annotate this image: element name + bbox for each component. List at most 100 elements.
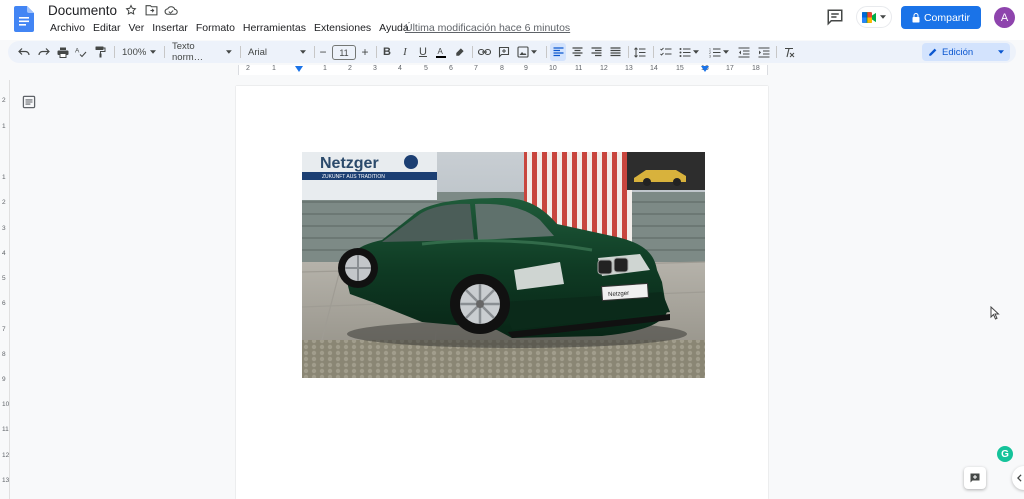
insert-link-button[interactable] (476, 43, 492, 61)
insert-image-button[interactable] (514, 43, 540, 61)
checklist-button[interactable] (658, 43, 674, 61)
horizontal-ruler[interactable]: 2 1 1 2 3 4 5 6 7 8 9 10 11 12 13 14 15 … (0, 64, 1024, 76)
ruler-number: 7 (2, 326, 6, 333)
justify-button[interactable] (607, 43, 623, 61)
increase-indent-button[interactable] (756, 43, 772, 61)
toolbar-divider (628, 46, 629, 58)
increase-font-size-button[interactable]: + (358, 43, 372, 61)
zoom-value: 100% (122, 46, 147, 58)
explore-button[interactable] (964, 467, 986, 489)
highlight-button[interactable] (452, 43, 466, 61)
comment-history-icon[interactable] (826, 8, 844, 26)
spellcheck-button[interactable]: A (73, 43, 89, 61)
ruler-number: 9 (2, 376, 6, 383)
move-folder-icon[interactable] (144, 3, 158, 17)
ruler-number: 9 (524, 65, 528, 72)
vertical-ruler[interactable]: 2 1 1 2 3 4 5 6 7 8 9 10 11 12 13 (0, 80, 10, 499)
menu-bar: Archivo Editar Ver Insertar Formato Herr… (46, 22, 413, 34)
text-color-icon: A (436, 47, 446, 58)
star-icon[interactable] (124, 3, 138, 17)
chevron-down-icon (723, 50, 729, 54)
ruler-number: 10 (2, 401, 10, 408)
avatar[interactable]: A (994, 7, 1015, 28)
car-photo-graphic: Netzger ZUKUNFT AUS TRADITION Netzger (302, 152, 705, 378)
chevron-down-icon (300, 50, 306, 54)
toolbar-divider (546, 46, 547, 58)
cloud-status-icon[interactable] (164, 3, 178, 17)
ruler-number: 1 (272, 65, 276, 72)
share-label: Compartir (923, 11, 971, 24)
left-indent-marker[interactable] (295, 66, 303, 72)
redo-button[interactable] (36, 43, 52, 61)
title-icons (124, 3, 178, 17)
chevron-down-icon (531, 50, 537, 54)
paint-format-button[interactable] (92, 43, 108, 61)
font-select[interactable]: Arial (244, 43, 310, 61)
underline-button[interactable]: U (416, 43, 430, 61)
text-color-button[interactable]: A (434, 43, 448, 61)
decrease-indent-button[interactable] (736, 43, 752, 61)
ruler-number: 13 (2, 477, 10, 484)
menu-extensiones[interactable]: Extensiones (310, 22, 375, 34)
toolbar-divider (164, 46, 165, 58)
right-indent-marker[interactable] (701, 66, 709, 72)
align-left-button[interactable] (550, 43, 566, 61)
chevron-down-icon (150, 50, 156, 54)
checklist-icon (660, 47, 672, 56)
pencil-icon (929, 48, 937, 56)
bold-button[interactable]: B (380, 43, 394, 61)
share-button[interactable]: Compartir (901, 6, 981, 29)
ruler-number: 2 (2, 97, 6, 104)
document-outline-icon[interactable] (22, 95, 36, 109)
last-edit-link[interactable]: Última modificación hace 6 minutos (405, 22, 570, 34)
add-note-icon (970, 473, 980, 483)
font-size-input[interactable]: 11 (332, 45, 356, 60)
car-photo[interactable]: Netzger ZUKUNFT AUS TRADITION Netzger (302, 152, 705, 378)
align-right-button[interactable] (588, 43, 604, 61)
italic-icon: I (403, 46, 407, 58)
menu-editar[interactable]: Editar (89, 22, 124, 34)
clear-formatting-icon (785, 47, 795, 57)
toolbar-divider (653, 46, 654, 58)
undo-button[interactable] (16, 43, 32, 61)
align-right-icon (591, 47, 601, 57)
ruler-number: 12 (600, 65, 608, 72)
toolbar-divider (376, 46, 377, 58)
menu-ver[interactable]: Ver (124, 22, 148, 34)
print-button[interactable] (55, 43, 71, 61)
insert-comment-button[interactable] (496, 43, 512, 61)
document-page[interactable]: Netzger ZUKUNFT AUS TRADITION Netzger (236, 86, 768, 499)
menu-insertar[interactable]: Insertar (148, 22, 192, 34)
ruler-number: 10 (549, 65, 557, 72)
menu-formato[interactable]: Formato (192, 22, 239, 34)
decrease-font-size-button[interactable]: − (316, 43, 330, 61)
mouse-cursor-icon (990, 306, 1000, 320)
italic-button[interactable]: I (398, 43, 412, 61)
clear-formatting-button[interactable] (781, 43, 797, 61)
numbered-list-button[interactable]: 123 (706, 43, 732, 61)
document-title[interactable]: Documento (48, 3, 117, 18)
ruler-number: 4 (2, 250, 6, 257)
ruler-number: 6 (2, 300, 6, 307)
style-select[interactable]: Texto norm… (168, 41, 236, 63)
align-center-button[interactable] (569, 43, 585, 61)
ruler-number: 15 (676, 65, 684, 72)
ruler-number: 4 (398, 65, 402, 72)
bulleted-list-button[interactable] (676, 43, 702, 61)
side-panel-toggle[interactable] (1012, 466, 1024, 490)
app-header: Documento Archivo Editar Ver Insertar Fo… (0, 0, 1024, 40)
meet-button[interactable] (856, 6, 892, 28)
ruler-number: 11 (575, 65, 583, 72)
chevron-down-icon (998, 50, 1004, 54)
align-center-icon (572, 47, 582, 57)
line-spacing-button[interactable] (632, 43, 648, 61)
zoom-select[interactable]: 100% (118, 43, 160, 61)
ruler-number: 13 (625, 65, 633, 72)
add-comment-icon (498, 46, 510, 58)
menu-archivo[interactable]: Archivo (46, 22, 89, 34)
ruler-number: 14 (650, 65, 658, 72)
editing-mode-select[interactable]: Edición (922, 43, 1010, 61)
grammarly-icon[interactable]: G (997, 446, 1013, 462)
menu-herramientas[interactable]: Herramientas (239, 22, 310, 34)
docs-logo-icon[interactable] (14, 6, 34, 32)
